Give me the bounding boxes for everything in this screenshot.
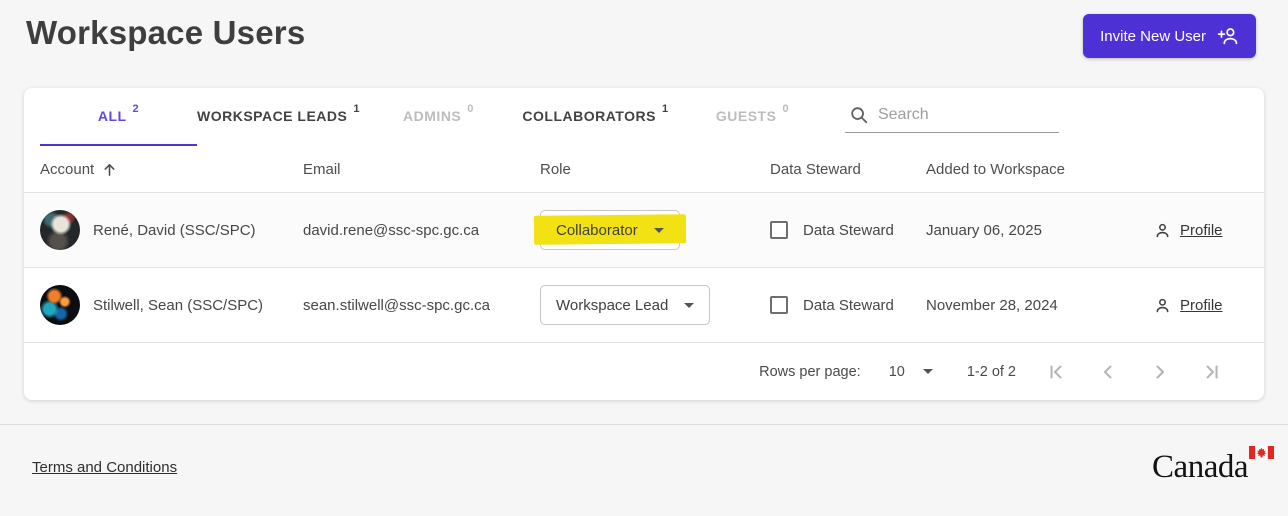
chevron-down-icon <box>684 302 695 308</box>
tab-guests[interactable]: GUESTS 0 <box>674 88 831 146</box>
table-header-row: Account Email Role Data Steward Added to… <box>24 146 1264 192</box>
canada-flag-icon <box>1249 446 1274 459</box>
table-row: Stilwell, Sean (SSC/SPC) sean.stilwell@s… <box>24 267 1264 342</box>
person-icon <box>1153 221 1172 240</box>
user-email: sean.stilwell@ssc-spc.gc.ca <box>303 296 490 314</box>
chevron-down-icon <box>922 369 933 374</box>
first-page-button[interactable] <box>1046 362 1066 382</box>
column-header-email: Email <box>303 160 341 178</box>
search-input[interactable] <box>877 105 1057 124</box>
next-page-button[interactable] <box>1150 362 1170 382</box>
user-name: Stilwell, Sean (SSC/SPC) <box>93 296 264 314</box>
page-footer: Terms and Conditions Canada <box>0 425 1288 486</box>
added-date: January 06, 2025 <box>926 221 1042 239</box>
profile-link[interactable]: Profile <box>1180 297 1223 314</box>
tab-guests-count: 0 <box>782 103 790 115</box>
tab-guests-label: GUESTS <box>715 108 777 124</box>
tab-admins[interactable]: ADMINS 0 <box>360 88 517 146</box>
workspace-users-page: Workspace Users Invite New User ALL 2 WO… <box>0 0 1288 486</box>
column-header-data-steward: Data Steward <box>770 160 861 178</box>
role-dropdown[interactable]: Workspace Lead <box>540 285 711 325</box>
last-page-button[interactable] <box>1202 362 1222 382</box>
tab-workspace-leads-count: 1 <box>353 103 360 115</box>
data-steward-label: Data Steward <box>803 221 894 239</box>
tab-collaborators[interactable]: COLLABORATORS 1 <box>517 88 674 146</box>
data-steward-checkbox[interactable] <box>770 296 788 314</box>
page-header: Workspace Users Invite New User <box>0 0 1288 74</box>
user-email: david.rene@ssc-spc.gc.ca <box>303 221 480 239</box>
users-card: ALL 2 WORKSPACE LEADS 1 ADMINS 0 COLLABO… <box>24 88 1264 400</box>
role-dropdown-value: Collaborator <box>556 221 638 239</box>
person-icon <box>1153 296 1172 315</box>
avatar <box>40 210 80 250</box>
data-steward-label: Data Steward <box>803 296 894 314</box>
profile-link[interactable]: Profile <box>1180 222 1223 239</box>
rows-per-page-label: Rows per page: <box>759 363 861 380</box>
avatar <box>40 285 80 325</box>
search-icon <box>849 105 869 125</box>
tab-admins-count: 0 <box>467 103 474 115</box>
tab-workspace-leads-label: WORKSPACE LEADS <box>197 108 348 124</box>
chevron-down-icon <box>653 227 664 233</box>
role-dropdown[interactable]: Collaborator <box>533 210 687 250</box>
person-add-icon <box>1217 25 1239 47</box>
invite-new-user-label: Invite New User <box>1100 27 1206 45</box>
pagination-bar: Rows per page: 10 1-2 of 2 <box>24 342 1264 400</box>
rows-per-page-select[interactable]: 10 <box>889 364 933 380</box>
column-header-role: Role <box>540 160 571 178</box>
added-date: November 28, 2024 <box>926 296 1058 314</box>
column-header-added: Added to Workspace <box>926 160 1065 178</box>
canada-wordmark-text: Canada <box>1152 449 1248 485</box>
table-row: René, David (SSC/SPC) david.rene@ssc-spc… <box>24 192 1264 267</box>
data-steward-checkbox[interactable] <box>770 221 788 239</box>
tab-collaborators-count: 1 <box>661 103 669 115</box>
tab-all-label: ALL <box>97 108 127 124</box>
tab-all-count: 2 <box>132 103 140 115</box>
search-box <box>844 102 1059 133</box>
previous-page-button[interactable] <box>1098 362 1118 382</box>
page-title: Workspace Users <box>26 14 306 51</box>
invite-new-user-button[interactable]: Invite New User <box>1083 14 1256 58</box>
tab-admins-label: ADMINS <box>403 108 462 124</box>
tab-workspace-leads[interactable]: WORKSPACE LEADS 1 <box>197 88 360 146</box>
sort-ascending-icon <box>102 162 117 177</box>
canada-wordmark: Canada <box>1152 446 1274 486</box>
user-name: René, David (SSC/SPC) <box>93 221 256 239</box>
page-range-label: 1-2 of 2 <box>966 363 1016 380</box>
tab-collaborators-label: COLLABORATORS <box>522 108 656 124</box>
terms-and-conditions-link[interactable]: Terms and Conditions <box>32 459 177 476</box>
tab-all[interactable]: ALL 2 <box>40 88 197 146</box>
rows-per-page-value: 10 <box>888 363 905 380</box>
tab-bar: ALL 2 WORKSPACE LEADS 1 ADMINS 0 COLLABO… <box>24 88 1264 146</box>
column-header-account[interactable]: Account <box>40 161 303 178</box>
role-dropdown-value: Workspace Lead <box>556 296 669 314</box>
